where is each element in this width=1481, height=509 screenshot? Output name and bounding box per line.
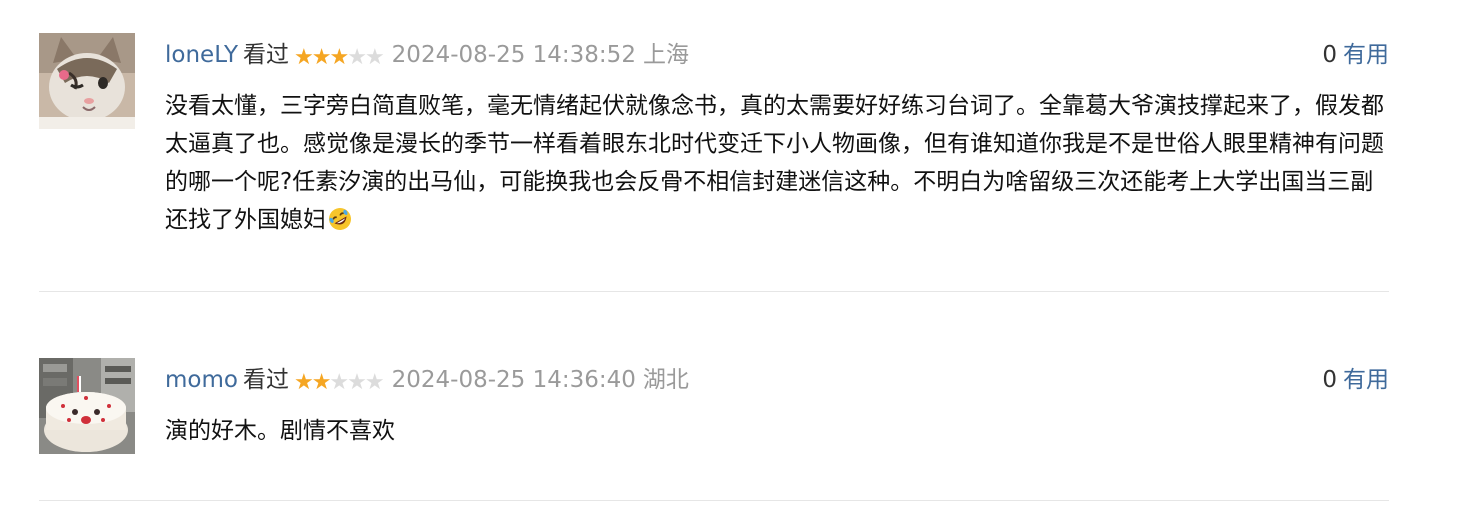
rating-stars: ★★★★★ <box>294 42 385 74</box>
star-icon-empty: ★ <box>364 45 385 70</box>
comment-text: 演的好木。剧情不喜欢 <box>165 418 395 444</box>
star-icon-filled: ★ <box>293 370 314 395</box>
useful-vote-button[interactable]: 0 有用 <box>1322 364 1389 396</box>
comment-time: 2024-08-25 14:38:52 <box>391 42 636 68</box>
author-link[interactable]: momo <box>165 367 238 393</box>
comment-content: 没看太懂，三字旁白简直败笔，毫无情绪起伏就像念书，真的太需要好好练习台词了。全靠… <box>165 87 1391 239</box>
rolling-on-floor-laughing-emoji-icon <box>329 208 351 230</box>
star-icon-empty: ★ <box>347 45 367 70</box>
star-icon-empty: ★ <box>329 370 349 395</box>
rating-stars: ★★★★★ <box>293 367 385 399</box>
star-icon-filled: ★ <box>294 45 314 70</box>
comment-time: 2024-08-25 14:36:40 <box>391 367 636 393</box>
comment-divider <box>39 291 1389 292</box>
cat-avatar-image <box>39 33 135 129</box>
comment-location: 上海 <box>642 42 689 68</box>
user-avatar-cat[interactable] <box>39 33 135 129</box>
star-icon-empty: ★ <box>364 370 385 395</box>
comment-content: 演的好木。剧情不喜欢 <box>165 412 1391 450</box>
vote-label[interactable]: 有用 <box>1343 42 1389 68</box>
watch-status: 看过 <box>242 367 289 393</box>
star-icon-filled: ★ <box>311 370 332 395</box>
user-avatar-cake[interactable] <box>39 358 135 454</box>
comment-info: momo 看过 ★★★★★ 2024-08-25 14:36:40 湖北 <box>165 364 689 396</box>
comment-location: 湖北 <box>642 367 689 393</box>
vote-count: 0 <box>1322 42 1337 68</box>
comment-divider <box>39 500 1389 501</box>
useful-vote-button[interactable]: 0 有用 <box>1322 39 1389 71</box>
star-icon-empty: ★ <box>347 370 367 395</box>
cake-avatar-image <box>39 358 135 454</box>
watch-status: 看过 <box>243 42 289 68</box>
author-link[interactable]: loneLY <box>165 42 238 68</box>
star-icon-filled: ★ <box>329 45 349 70</box>
vote-count: 0 <box>1322 367 1337 393</box>
star-icon-filled: ★ <box>311 45 332 70</box>
comment-info: loneLY 看过 ★★★★★ 2024-08-25 14:38:52 上海 <box>165 39 689 71</box>
vote-label[interactable]: 有用 <box>1343 367 1389 393</box>
